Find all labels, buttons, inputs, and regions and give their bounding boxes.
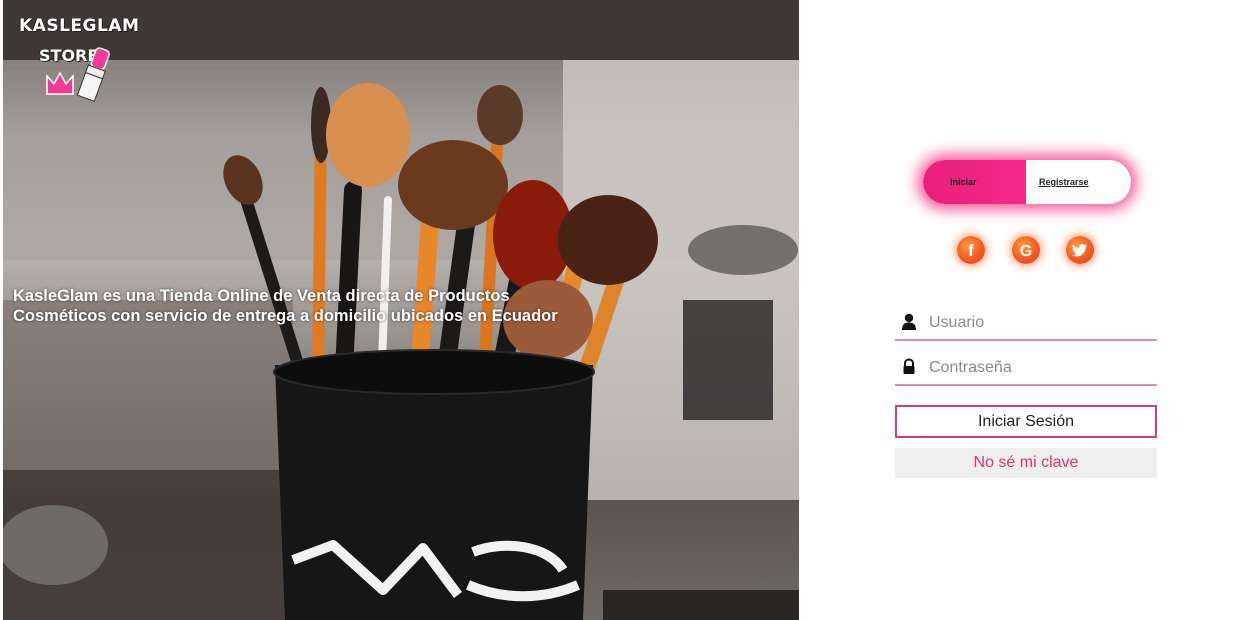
- google-glyph: G: [1020, 243, 1032, 260]
- google-icon: G: [1020, 243, 1032, 260]
- username-field: [895, 305, 1157, 341]
- hero-tagline: KasleGlam es una Tienda Online de Venta …: [13, 286, 613, 326]
- login-submit-button[interactable]: Iniciar Sesión: [895, 405, 1157, 438]
- tab-login[interactable]: Iniciar: [923, 160, 1026, 204]
- password-field: [895, 350, 1157, 386]
- twitter-login-button[interactable]: [1066, 236, 1094, 264]
- auth-toggle: Iniciar Registrarse: [923, 160, 1131, 204]
- hero-image-panel: KASLEGLAM STORE KasleGlam es una Tienda …: [3, 0, 799, 620]
- facebook-glyph: f: [968, 241, 974, 260]
- twitter-icon: [1072, 244, 1087, 257]
- facebook-icon: f: [968, 241, 974, 260]
- facebook-login-button[interactable]: f: [957, 236, 985, 264]
- tab-register[interactable]: Registrarse: [1026, 160, 1131, 204]
- logo-text-line1: KASLEGLAM: [19, 16, 140, 36]
- forgot-password-button[interactable]: No sé mi clave: [895, 448, 1157, 478]
- login-form-panel: Iniciar Registrarse f G Usuario Iniciar …: [800, 0, 1260, 620]
- lock-icon: [903, 358, 915, 374]
- login-page: KASLEGLAM STORE KasleGlam es una Tienda …: [0, 0, 1260, 620]
- user-icon: [902, 313, 916, 330]
- lipstick-icon: [77, 47, 110, 102]
- password-input[interactable]: [929, 353, 1149, 383]
- hero-tagline-line2: Cosméticos con servicio de entrega a dom…: [13, 307, 558, 325]
- store-logo[interactable]: KASLEGLAM STORE: [17, 16, 139, 106]
- crown-icon: [46, 71, 74, 95]
- hero-tagline-line1: KasleGlam es una Tienda Online de Venta …: [13, 287, 510, 305]
- google-login-button[interactable]: G: [1012, 236, 1040, 264]
- username-input[interactable]: [929, 308, 1149, 338]
